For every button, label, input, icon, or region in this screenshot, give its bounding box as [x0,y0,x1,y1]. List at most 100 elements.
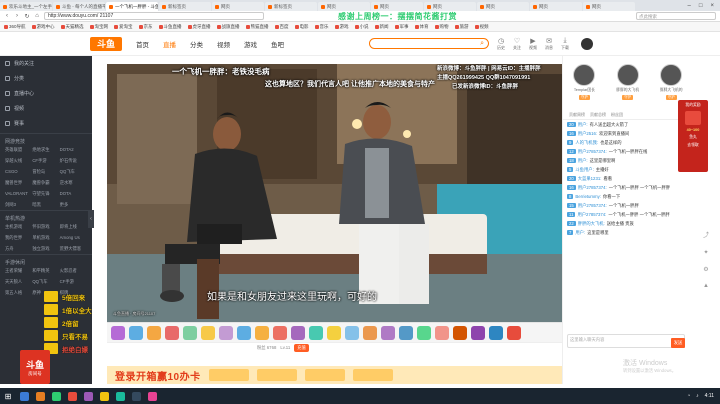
promo-banner[interactable]: 登录开箱赢10办卡 [107,366,562,384]
gift-icon[interactable] [147,325,161,340]
gift-icon[interactable] [363,325,377,340]
gift-icon[interactable] [507,325,521,340]
scroll-top-icon[interactable]: ▲ [703,283,709,289]
taskbar-app[interactable] [16,388,32,404]
bookmark-item[interactable]: 淘宝网 [89,24,108,30]
chat-username[interactable]: 用户27857374: [578,203,607,208]
minimize-icon[interactable]: – [688,3,691,9]
reward-float-card[interactable]: 我的奖励 40~100 鱼丸 去领取 [678,100,708,172]
taskbar-app[interactable] [64,388,80,404]
chat-username[interactable]: 人的飞机我: [575,140,598,145]
bookmark-item[interactable]: 熊猫直播 [245,24,269,30]
rank-tab[interactable]: 贡献周榜 [569,112,585,119]
browser-tab[interactable]: 斗鱼 - 每个人的直播平台 [53,2,105,11]
user-avatar[interactable] [581,37,593,50]
bookmark-item[interactable]: 游戏中心 [31,24,55,30]
browser-tab[interactable]: 一个飞机一胖胖 - 斗鱼 [106,2,158,11]
chat-input[interactable]: 这里输入聊天内容 [567,334,685,348]
sidebar-category-link[interactable]: 我的世界 [5,235,32,241]
taskbar-app[interactable] [32,388,48,404]
taskbar-app[interactable] [128,388,144,404]
sidebar-category-link[interactable]: 荒野大镖客 [60,246,87,252]
sidebar-category-link[interactable]: VALORANT [5,191,32,197]
gift-icon[interactable] [417,325,431,340]
sidebar-category-link[interactable]: DOTA2 [60,147,87,153]
windows-icon[interactable]: ⊞ [0,388,16,404]
bookmark-item[interactable]: 天猫精选 [60,24,84,30]
gift-icon[interactable] [201,325,215,340]
sidebar-category-link[interactable]: 王者荣耀 [5,268,32,274]
sidebar-category-link[interactable]: 魔兽世界 [5,180,32,186]
refresh-icon[interactable]: ↻ [24,13,30,20]
sidebar-category-link[interactable]: 暗黑 [32,202,59,208]
sidebar-item[interactable]: 赛事 [0,116,92,131]
share-icon[interactable]: ⤴ [703,230,709,239]
bookmark-item[interactable]: 战旗直播 [216,24,240,30]
sidebar-category-link[interactable]: 逆水寒 [60,180,87,186]
chat-username[interactable]: 用户27857374: [577,212,606,217]
bookmark-item[interactable]: 旅游 [454,24,469,30]
video-button[interactable]: ▶ 视频 [529,37,537,51]
history-button[interactable]: ◷ 历史 [497,37,505,51]
bookmark-item[interactable]: 购物 [434,24,449,30]
nav-home[interactable]: 首页 [136,39,149,49]
chat-username[interactable]: 用户: [578,158,588,163]
recharge-button[interactable]: 充值 [294,343,309,352]
send-button[interactable]: 发送 [671,338,685,348]
bookmark-item[interactable]: 视频 [474,24,489,30]
video-player[interactable]: 一个飞机一胖胖：老铁没毛病 这也算地区？我们代言人吧 让他推广本地的美食与特产 … [107,64,562,322]
gift-icon[interactable] [489,325,503,340]
browser-tab[interactable]: 网页 [212,2,264,11]
sidebar-category-link[interactable]: 炉石传说 [60,158,87,164]
browser-tab[interactable]: 网页 [477,2,529,11]
guard-rank-item[interactable]: 胖胖大飞机的 守护 [660,64,683,100]
sidebar-item[interactable]: 我的关注 [0,56,92,71]
bookmark-item[interactable]: 游戏 [334,24,349,30]
bookmark-item[interactable]: 电影 [294,24,309,30]
sidebar-category-link[interactable]: QQ飞车 [60,169,87,175]
bookmark-item[interactable]: 百度 [274,24,289,30]
gift-icon[interactable] [237,325,251,340]
sidebar-category-link[interactable]: 单机游戏 [32,235,59,241]
browser-tab[interactable]: 新标签页 [159,2,211,11]
gift-icon[interactable] [471,325,485,340]
bookmark-item[interactable]: 小说 [354,24,369,30]
gift-icon[interactable] [327,325,341,340]
url-input[interactable]: http://www.douyu.com/ 21107 [44,12,264,20]
rank-tab[interactable]: 粉丝团 [611,112,623,119]
chat-username[interactable]: 用户: [575,230,585,235]
gift-icon[interactable] [309,325,323,340]
message-button[interactable]: ✉ 消息 [545,37,553,51]
gift-icon[interactable] [273,325,287,340]
search-icon[interactable]: ⌕ [480,40,484,48]
sidebar-category-link[interactable]: 冒险岛 [32,169,59,175]
sidebar-category-link[interactable]: 更多 [60,202,87,208]
sidebar-item[interactable]: 直播中心 [0,86,92,101]
volume-icon[interactable]: ♪ [696,393,699,399]
sidebar-category-link[interactable]: 即将上线 [60,224,87,230]
sidebar-category-link[interactable]: 独立游戏 [32,246,59,252]
sidebar-category-link[interactable]: 英雄联盟 [5,147,32,153]
gift-icon[interactable] [219,325,233,340]
bookmark-item[interactable]: 爱淘宝 [114,24,133,30]
sidebar-category-link[interactable]: QQ飞车 [32,279,59,285]
gift-icon[interactable]: ✦ [703,249,708,256]
taskbar-app[interactable] [48,388,64,404]
chat-username[interactable]: 用户27857374: [578,185,607,190]
bookmark-item[interactable]: 军事 [394,24,409,30]
gift-icon[interactable] [435,325,449,340]
sidebar-category-link[interactable]: CSGO [5,169,32,175]
forward-icon[interactable]: › [14,13,20,19]
sidebar-category-link[interactable]: 方舟 [5,246,32,252]
sidebar-category-link[interactable]: 第五人格 [5,290,32,296]
nav-game[interactable]: 游戏 [244,39,257,49]
nav-video[interactable]: 视频 [217,39,230,49]
clock[interactable]: 4:11 [705,393,714,399]
taskbar-app[interactable] [80,388,96,404]
gift-icon[interactable] [183,325,197,340]
gift-icon[interactable] [291,325,305,340]
chat-username[interactable]: 胖胖的大飞机: [578,221,605,226]
follow-button[interactable]: ♡ 关注 [513,37,521,51]
sidebar-category-link[interactable]: 怀旧游戏 [32,224,59,230]
chat-username[interactable]: 用户2516: [578,131,597,136]
